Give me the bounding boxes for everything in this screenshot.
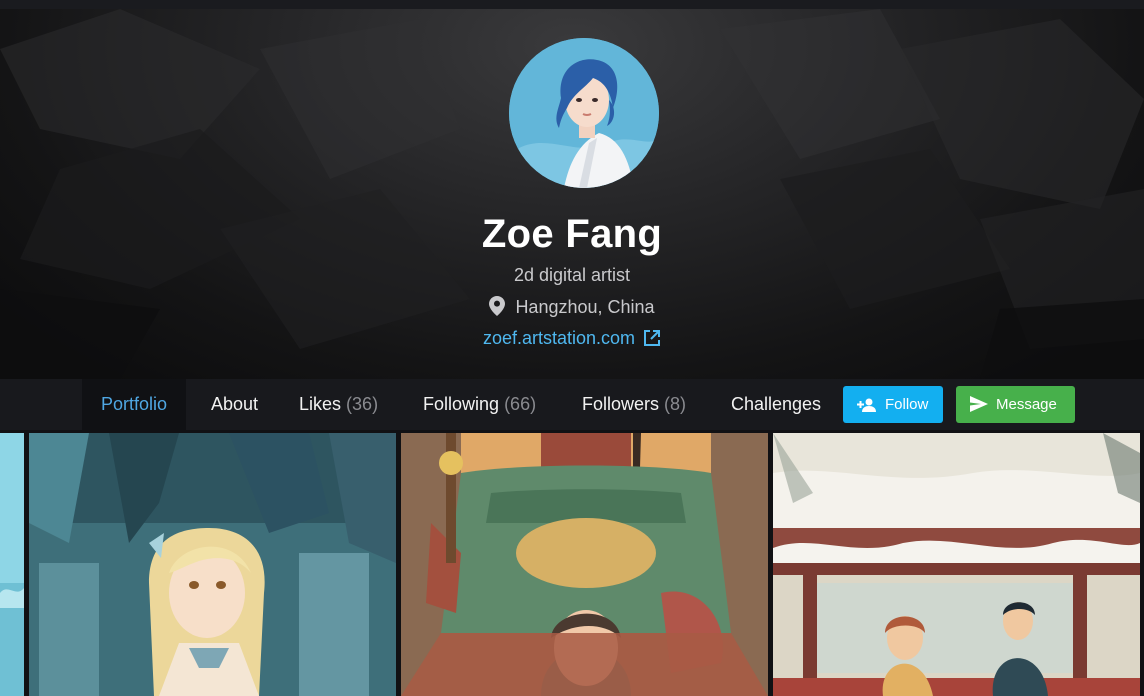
artwork-thumbnail[interactable] — [773, 433, 1140, 696]
artwork-image — [29, 433, 396, 696]
message-label: Message — [996, 396, 1057, 413]
artwork-thumbnail[interactable] — [29, 433, 396, 696]
tab-portfolio[interactable]: Portfolio — [82, 379, 187, 430]
artwork-image — [773, 433, 1140, 696]
tab-label: About — [211, 394, 259, 414]
profile-name: Zoe Fang — [481, 212, 663, 256]
tab-label: Likes — [299, 394, 342, 414]
artwork-image — [401, 433, 768, 696]
follow-button[interactable]: Follow — [843, 386, 943, 423]
profile-website[interactable]: zoef.artstation.com — [0, 328, 1144, 349]
artwork-image — [0, 433, 24, 696]
tab-about[interactable]: About — [192, 379, 277, 430]
tab-label: Challenges — [731, 394, 822, 414]
tab-followers[interactable]: Followers (8) — [563, 379, 705, 430]
profile-tagline: 2d digital artist — [513, 265, 631, 285]
avatar-portrait-image — [509, 38, 659, 188]
map-pin-icon — [489, 296, 506, 316]
profile-location: Hangzhou, China — [0, 296, 1144, 318]
tab-following[interactable]: Following (66) — [404, 379, 555, 430]
follow-label: Follow — [885, 396, 929, 413]
avatar[interactable] — [509, 38, 659, 188]
website-link[interactable]: zoef.artstation.com — [483, 328, 635, 348]
tab-count: (8) — [664, 394, 687, 414]
message-button[interactable]: Message — [956, 386, 1075, 423]
tab-count: (66) — [504, 394, 537, 414]
portfolio-gallery — [0, 430, 1144, 696]
artwork-thumbnail[interactable] — [0, 433, 24, 696]
tab-count: (36) — [346, 394, 379, 414]
tab-label: Portfolio — [101, 394, 168, 414]
artwork-thumbnail[interactable] — [401, 433, 768, 696]
profile-header: Zoe Fang 2d digital artist Hangzhou, Chi… — [0, 9, 1144, 379]
top-strip — [0, 0, 1144, 9]
add-user-icon — [857, 398, 876, 412]
tab-challenges[interactable]: Challenges — [712, 379, 840, 430]
external-link-icon[interactable] — [643, 329, 661, 347]
location-text: Hangzhou, China — [515, 297, 655, 317]
tab-likes[interactable]: Likes (36) — [280, 379, 397, 430]
profile-nav: Portfolio About Likes (36) Following (66… — [0, 379, 1144, 430]
tab-label: Followers — [582, 394, 660, 414]
send-icon — [970, 396, 988, 412]
tab-label: Following — [423, 394, 500, 414]
